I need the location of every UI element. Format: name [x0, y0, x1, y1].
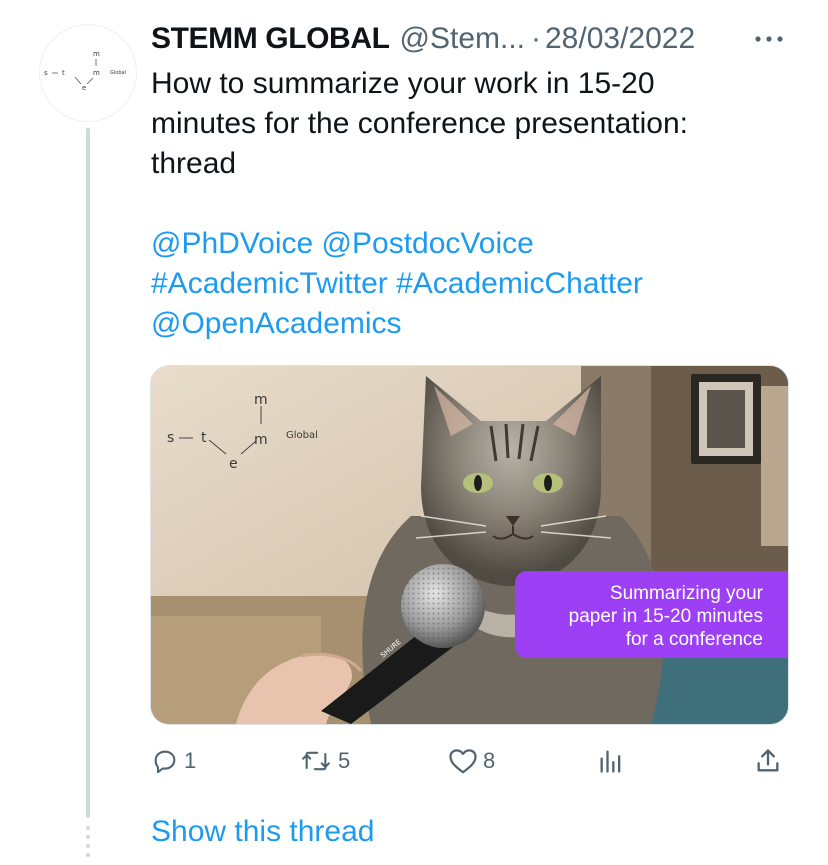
promo-banner: Summarizing your paper in 15-20 minutes … — [515, 571, 788, 658]
media-logo-letter-s: s — [167, 430, 174, 446]
share-button[interactable] — [754, 738, 782, 784]
more-options-icon[interactable] — [752, 32, 786, 46]
logo-letter-m-top: m — [93, 50, 100, 58]
tweet-text-line: minutes for the conference presentation: — [151, 107, 688, 140]
promo-line: for a conference — [625, 629, 763, 650]
mention-openacademics[interactable]: @OpenAcademics — [151, 307, 402, 340]
author-name[interactable]: STEMM GLOBAL — [151, 22, 390, 56]
tweet-header: STEMM GLOBAL @Stem... · 28/03/2022 — [151, 19, 695, 59]
promo-line: Summarizing your — [609, 583, 763, 604]
heart-icon — [449, 749, 477, 774]
like-count: 8 — [483, 748, 496, 773]
thread-connector-dots — [86, 826, 90, 862]
tweet-text-line: thread — [151, 147, 237, 180]
cat-with-microphone-image: SHURE s t e m m Global — [151, 366, 788, 724]
view-analytics-button[interactable] — [597, 738, 625, 784]
mention-postdocvoice[interactable]: @PostdocVoice — [322, 227, 534, 260]
promo-line: paper in 15-20 minutes — [568, 606, 763, 627]
logo-letter-m: m — [93, 69, 100, 77]
reply-icon — [154, 750, 176, 774]
header-separator: · — [531, 22, 541, 55]
show-thread-link[interactable]: Show this thread — [151, 812, 374, 852]
logo-letter-s: s — [44, 69, 48, 77]
hashtag-academicchatter[interactable]: #AcademicChatter — [396, 267, 643, 300]
tweet-date[interactable]: 28/03/2022 — [545, 22, 695, 56]
logo-letter-t: t — [62, 69, 65, 77]
media-logo-suffix: Global — [286, 430, 318, 441]
tweet-text: How to summarize your work in 15-20 minu… — [151, 64, 771, 344]
retweet-icon — [302, 751, 330, 771]
share-icon — [757, 749, 779, 772]
hashtag-academictwitter[interactable]: #AcademicTwitter — [151, 267, 388, 300]
mention-phdvoice[interactable]: @PhDVoice — [151, 227, 313, 260]
retweet-count: 5 — [338, 748, 351, 773]
media-logo-letter-t: t — [201, 430, 207, 446]
media-logo-letter-e: e — [229, 456, 238, 472]
media-logo-letter-m-top: m — [254, 392, 268, 408]
author-handle[interactable]: @Stem... — [400, 22, 525, 56]
thread-connector-line — [86, 128, 90, 818]
tweet-media-image[interactable]: SHURE s t e m m Global Summarizing your … — [151, 366, 788, 724]
media-logo-letter-m: m — [254, 432, 268, 448]
avatar[interactable]: s t e m m Global — [40, 25, 136, 121]
like-button[interactable]: 8 — [448, 738, 495, 784]
tweet-actions: 1 5 8 — [151, 738, 787, 784]
logo-letter-e: e — [82, 84, 86, 92]
reply-count: 1 — [184, 748, 197, 773]
tweet-text-line: How to summarize your work in 15-20 — [151, 67, 655, 100]
analytics-icon — [600, 750, 621, 773]
logo-suffix: Global — [110, 70, 126, 76]
stemm-logo-avatar: s t e m m Global — [44, 50, 126, 92]
reply-button[interactable]: 1 — [151, 738, 196, 784]
retweet-button[interactable]: 5 — [299, 738, 350, 784]
